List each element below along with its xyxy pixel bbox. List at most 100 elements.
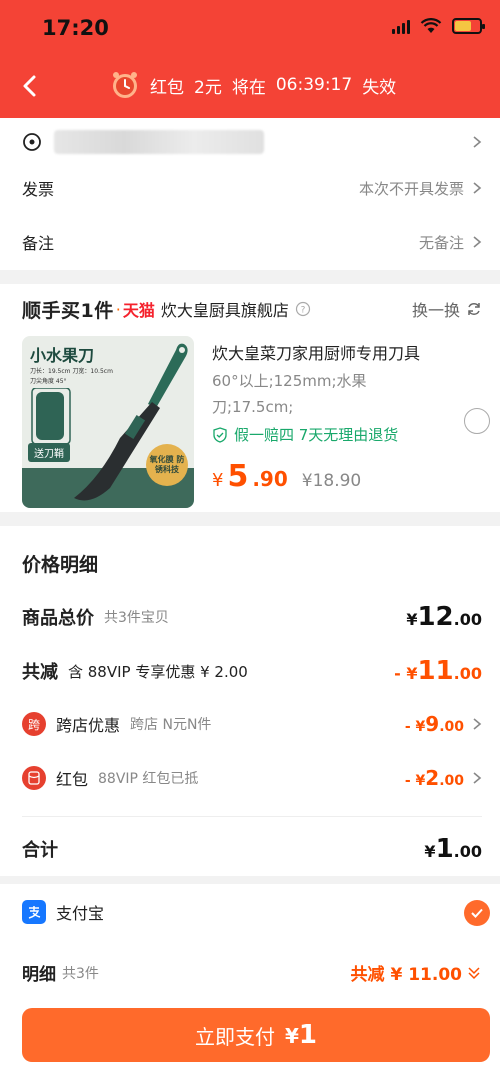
original-price: ¥18.90	[301, 471, 362, 491]
red-packet-yen: - ¥	[404, 773, 426, 789]
total-amount: ¥ 12.00	[406, 602, 482, 632]
refresh-icon	[468, 303, 480, 315]
shield-check-icon	[213, 426, 227, 443]
details-title: 价格明细	[22, 554, 99, 576]
product-card: 顺手买1件 · 天猫 炊大皇厨具旗舰店 ? 换一换 小水果刀 刀长：19.5cm…	[0, 284, 500, 512]
alipay-row[interactable]: 支付宝	[22, 900, 482, 924]
chevron-right-icon	[473, 772, 482, 784]
invoice-row[interactable]: 发票 本次不开具发票	[22, 168, 482, 208]
reduce-sub: 含 88VIP 专享优惠 ¥ 2.00	[68, 662, 248, 681]
double-chevron-down-icon	[468, 966, 480, 979]
shop-header: 顺手买1件 · 天猫 炊大皇厨具旗舰店 ? 换一换	[22, 296, 482, 322]
brand-tag: 顺手买1件	[22, 299, 114, 322]
chevron-right-icon	[473, 718, 482, 730]
cross-store-sub: 跨店 N元N件	[130, 717, 212, 733]
sum-dec: .00	[453, 842, 482, 861]
select-product-radio[interactable]	[464, 408, 490, 434]
status-icons	[392, 18, 485, 34]
wifi-icon	[420, 18, 442, 33]
red-packet-dec: .00	[439, 773, 464, 789]
alarm-clock-icon	[113, 72, 137, 98]
invoice-label: 发票	[22, 180, 55, 199]
red-packet-amount: - ¥ 2.00	[405, 766, 464, 790]
chevron-right-icon	[473, 236, 482, 248]
guarantee-text: 假一赔四 7天无理由退货	[234, 426, 399, 444]
pay-button-label: 立即支付	[194, 1024, 275, 1049]
total-row: 商品总价 共3件宝贝 ¥ 12.00	[22, 602, 482, 632]
alipay-label: 支付宝	[56, 904, 105, 923]
blurred-address	[54, 130, 264, 154]
divider	[22, 816, 482, 817]
reduce-amount: - ¥ 11.00	[394, 656, 482, 686]
back-arrow-icon[interactable]	[16, 72, 44, 100]
dot-separator: ·	[115, 299, 121, 319]
product-spec: 60°以上;125mm;水果刀;17.5cm;	[212, 372, 367, 416]
help-icon[interactable]: ?	[295, 301, 311, 317]
cross-store-label: 跨店优惠	[56, 716, 121, 735]
chevron-right-icon	[473, 182, 482, 194]
platform-tag: 天猫	[122, 301, 155, 320]
banner-middle: 将在	[231, 77, 266, 98]
product-title[interactable]: 炊大皇菜刀家用厨师专用刀具	[212, 340, 450, 364]
red-packet-icon	[22, 766, 46, 790]
thumb-badge: 氧化膜 防锈科技	[146, 444, 188, 486]
banner-countdown: 06:39:17	[275, 75, 353, 95]
price-details-card: 价格明细 商品总价 共3件宝贝 ¥ 12.00 共减 含 88VIP 专享优惠 …	[0, 526, 500, 876]
invoice-value: 本次不开具发票	[358, 179, 464, 198]
red-packet-row[interactable]: 红包 88VIP 红包已抵 - ¥ 2.00	[22, 766, 482, 790]
total-label: 商品总价	[22, 608, 94, 629]
product-thumbnail[interactable]: 小水果刀 刀长：19.5cm 刀宽：10.5cm 刀尖角度 45° 送刀鞘 氧化…	[22, 336, 194, 508]
sum-label: 合计	[22, 840, 58, 861]
banner-suffix: 失效	[362, 77, 397, 98]
sum-yen: ¥	[424, 842, 436, 861]
reduce-label: 共减	[22, 662, 58, 683]
red-packet-sub: 88VIP 红包已抵	[98, 771, 199, 787]
price-integer: 5	[227, 459, 249, 494]
total-int: 12	[417, 602, 454, 632]
remark-value: 无备注	[418, 233, 464, 252]
status-bar: 17:20	[0, 0, 500, 56]
sum-row: 合计 ¥ 1.00	[22, 834, 482, 864]
banner-prefix: 红包	[150, 77, 184, 98]
nav-row: 红包 2元 将在 06:39:17 失效	[0, 64, 500, 108]
reduce-row: 共减 含 88VIP 专享优惠 ¥ 2.00 - ¥ 11.00	[22, 656, 482, 686]
reduce-yen: - ¥	[394, 664, 418, 683]
pay-yen: ¥	[284, 1024, 299, 1048]
signal-icon	[392, 18, 410, 34]
detail-reduce: 共减 ¥ 11.00	[350, 965, 462, 985]
knife-sheath-image	[31, 388, 71, 444]
detail-summary-row[interactable]: 明细 共3件 共减 ¥ 11.00	[22, 960, 482, 985]
cross-store-yen: - ¥	[404, 719, 426, 735]
product-price: ¥ 5.90 ¥18.90	[212, 459, 361, 494]
red-packet-int: 2	[425, 766, 440, 790]
thumb-spec-2: 刀尖角度 45°	[30, 378, 67, 385]
header: 17:20 红包 2元 将在 06:39:17 失效	[0, 0, 500, 118]
pay-button-amount: ¥1	[285, 1020, 317, 1050]
shop-name[interactable]: 炊大皇厨具旗舰店	[161, 297, 289, 321]
swap-button[interactable]: 换一换	[412, 297, 482, 321]
reduce-int: 11	[417, 656, 454, 686]
banner-amount: 2元	[194, 77, 222, 98]
alipay-icon	[22, 900, 46, 924]
sum-amount: ¥ 1.00	[424, 834, 482, 864]
cross-store-dec: .00	[439, 719, 464, 735]
address-card: 发票 本次不开具发票 备注 无备注	[0, 118, 500, 270]
status-time: 17:20	[42, 16, 109, 40]
thumb-send-tag: 送刀鞘	[28, 443, 70, 462]
battery-icon	[452, 18, 485, 34]
chevron-right-icon	[473, 136, 482, 148]
cross-store-int: 9	[425, 712, 440, 736]
price-yen: ¥	[212, 470, 224, 491]
guarantee-row: 假一赔四 7天无理由退货	[212, 424, 398, 445]
pay-now-button[interactable]: 立即支付 ¥1	[22, 1008, 490, 1062]
address-row[interactable]	[22, 122, 482, 162]
alipay-selected-check[interactable]	[464, 900, 490, 926]
price-decimal: .90	[252, 467, 288, 491]
payment-card: 支付宝 明细 共3件 共减 ¥ 11.00 立即支付 ¥1	[0, 884, 500, 1068]
cross-store-icon: 跨	[22, 712, 46, 736]
total-yen: ¥	[406, 610, 418, 629]
cross-store-row[interactable]: 跨 跨店优惠 跨店 N元N件 - ¥ 9.00	[22, 712, 482, 736]
remark-row[interactable]: 备注 无备注	[22, 222, 482, 262]
reduce-dec: .00	[453, 664, 482, 683]
red-packet-label: 红包	[56, 770, 89, 789]
